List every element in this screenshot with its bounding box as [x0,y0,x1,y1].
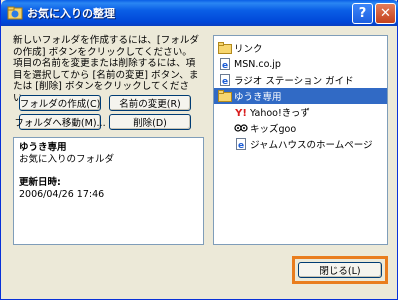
svg-text:e: e [238,141,244,150]
folder-open-icon [218,90,232,102]
list-item-label: リンク [234,44,263,55]
delete-button[interactable]: 削除(D) [109,114,191,130]
instructions-text: 新しいフォルダを作成するには、[フォルダの作成] ボタンをクリックしてください。… [13,35,200,104]
list-item-label: Yahoo!きっず [250,108,310,119]
list-item[interactable]: キッズgoo [214,120,387,136]
list-item[interactable]: e ラジオ ステーション ガイド [214,72,387,88]
ie-page-icon: e [218,58,232,70]
rename-button[interactable]: 名前の変更(R) [109,95,191,111]
list-item[interactable]: Y! Yahoo!きっず [214,104,387,120]
goo-icon [234,122,248,134]
item-info-panel: ゆうき専用 お気に入りのフォルダ 更新日時: 2006/04/26 17:46 [13,137,204,245]
title-bar[interactable]: お気に入りの整理 ? ✕ [1,0,398,26]
list-item-label: ジャムハウスのホームページ [250,140,373,151]
create-folder-button[interactable]: フォルダの作成(C) [19,95,101,111]
help-button[interactable]: ? [352,3,373,24]
list-item-selected[interactable]: ゆうき専用 [214,88,387,104]
item-name: ゆうき専用 [19,142,67,153]
svg-text:e: e [222,77,228,86]
list-item-label: MSN.co.jp [234,58,281,70]
ie-page-icon: e [218,74,232,86]
favorites-list[interactable]: リンク e MSN.co.jp e ラジオ ステーション ガイド ゆうき専用 Y… [213,35,388,245]
svg-text:Y!: Y! [234,108,247,118]
close-button[interactable]: 閉じる(L) [298,262,382,278]
list-item[interactable]: e ジャムハウスのホームページ [214,136,387,152]
window-title: お気に入りの整理 [27,7,115,20]
organize-favorites-dialog: お気に入りの整理 ? ✕ 新しいフォルダを作成するには、[フォルダの作成] ボタ… [0,0,398,300]
move-to-folder-button[interactable]: フォルダへ移動(M)... [14,114,106,130]
favorites-folder-icon [7,5,23,21]
list-item[interactable]: リンク [214,40,387,56]
list-item-label: ゆうき専用 [234,92,282,103]
list-item-label: キッズgoo [250,124,297,135]
folder-icon [218,42,232,54]
svg-text:e: e [222,61,228,70]
close-window-button[interactable]: ✕ [375,3,396,24]
item-type: お気に入りのフォルダ [19,153,115,165]
updated-label: 更新日時: [19,177,61,188]
updated-value: 2006/04/26 17:46 [19,188,105,200]
list-item[interactable]: e MSN.co.jp [214,56,387,72]
list-item-label: ラジオ ステーション ガイド [234,76,354,87]
ie-page-icon: e [234,138,248,150]
yahoo-icon: Y! [234,106,248,118]
